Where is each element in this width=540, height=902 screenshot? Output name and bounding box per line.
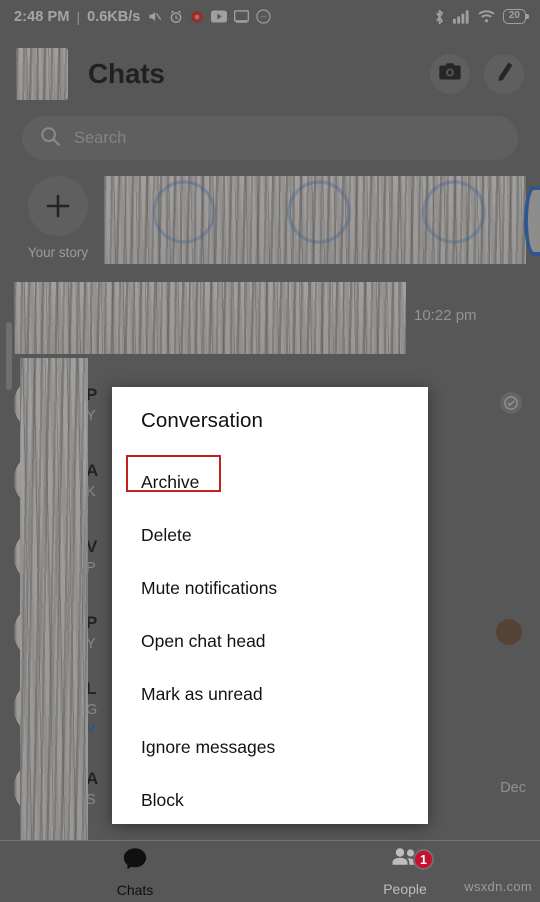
watermark: wsxdn.com <box>464 879 532 894</box>
menu-item-delete[interactable]: Delete <box>141 525 192 546</box>
status-badge: 1 <box>413 849 434 870</box>
phone-screen: 2:48 PM | 0.6KB/s 20 Chats Search Your s… <box>0 0 540 902</box>
menu-item-archive[interactable]: Archive <box>141 472 199 493</box>
menu-item-block[interactable]: Block <box>141 790 184 811</box>
menu-item-open-chat-head[interactable]: Open chat head <box>141 631 266 652</box>
conversation-context-menu: Conversation Archive Delete Mute notific… <box>112 387 428 824</box>
menu-item-mark-as-unread[interactable]: Mark as unread <box>141 684 263 705</box>
chat-bubble-icon <box>122 846 148 877</box>
menu-item-ignore-messages[interactable]: Ignore messages <box>141 737 275 758</box>
menu-item-mute-notifications[interactable]: Mute notifications <box>141 578 277 599</box>
bottom-navigation: Chats People 1 <box>0 840 540 902</box>
dialog-title: Conversation <box>141 409 263 432</box>
nav-label-people: People <box>383 880 427 897</box>
nav-label-chats: Chats <box>116 881 154 898</box>
nav-item-chats[interactable]: Chats <box>0 841 270 902</box>
